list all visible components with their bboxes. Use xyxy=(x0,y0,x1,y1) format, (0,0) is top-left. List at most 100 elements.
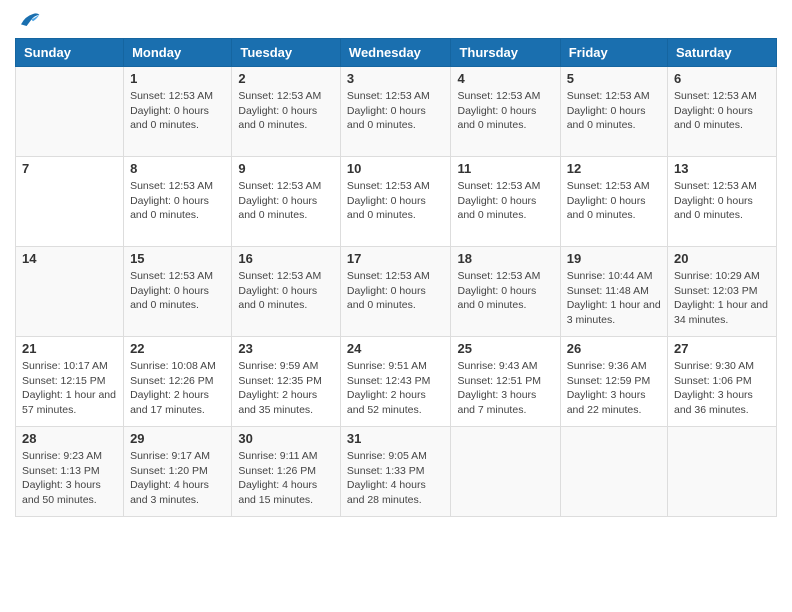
calendar-day-cell: 27 Sunrise: 9:30 AMSunset: 1:06 PMDayligh… xyxy=(668,337,777,427)
calendar-day-cell: 19 Sunrise: 10:44 AMSunset: 11:48 AMDayli… xyxy=(560,247,667,337)
calendar-day-cell: 20 Sunrise: 10:29 AMSunset: 12:03 PMDayli… xyxy=(668,247,777,337)
day-number: 13 xyxy=(674,161,770,176)
calendar-day-cell: 18 Sunset: 12:53 AMDaylight: 0 hours and … xyxy=(451,247,560,337)
day-info: Sunset: 12:53 AMDaylight: 0 hours and 0 … xyxy=(567,179,661,223)
calendar-table: SundayMondayTuesdayWednesdayThursdayFrid… xyxy=(15,38,777,517)
calendar-day-cell xyxy=(16,67,124,157)
day-info: Sunset: 12:53 AMDaylight: 0 hours and 0 … xyxy=(347,269,445,313)
day-info: Sunset: 12:53 AMDaylight: 0 hours and 0 … xyxy=(457,89,553,133)
day-info: Sunrise: 9:51 AMSunset: 12:43 PMDaylight… xyxy=(347,359,445,418)
day-info: Sunset: 12:53 AMDaylight: 0 hours and 0 … xyxy=(567,89,661,133)
day-info: Sunset: 12:53 AMDaylight: 0 hours and 0 … xyxy=(674,179,770,223)
day-number: 11 xyxy=(457,161,553,176)
day-number: 18 xyxy=(457,251,553,266)
logo xyxy=(15,10,41,30)
calendar-day-cell: 30 Sunrise: 9:11 AMSunset: 1:26 PMDayligh… xyxy=(232,427,341,517)
day-info: Sunrise: 9:36 AMSunset: 12:59 PMDaylight… xyxy=(567,359,661,418)
day-number: 19 xyxy=(567,251,661,266)
day-number: 31 xyxy=(347,431,445,446)
calendar-day-cell: 29 Sunrise: 9:17 AMSunset: 1:20 PMDayligh… xyxy=(124,427,232,517)
calendar-day-cell: 10 Sunset: 12:53 AMDaylight: 0 hours and … xyxy=(340,157,451,247)
day-number: 30 xyxy=(238,431,334,446)
day-info: Sunset: 12:53 AMDaylight: 0 hours and 0 … xyxy=(457,179,553,223)
day-info: Sunset: 12:53 AMDaylight: 0 hours and 0 … xyxy=(238,269,334,313)
calendar-week-4: 21 Sunrise: 10:17 AMSunset: 12:15 PMDayli… xyxy=(16,337,777,427)
day-info: Sunset: 12:53 AMDaylight: 0 hours and 0 … xyxy=(347,89,445,133)
calendar-day-cell: 7 xyxy=(16,157,124,247)
day-info: Sunset: 12:53 AMDaylight: 0 hours and 0 … xyxy=(130,269,225,313)
calendar-day-cell: 22 Sunrise: 10:08 AMSunset: 12:26 PMDayli… xyxy=(124,337,232,427)
day-number: 5 xyxy=(567,71,661,86)
day-number: 22 xyxy=(130,341,225,356)
day-info: Sunrise: 10:17 AMSunset: 12:15 PMDayligh… xyxy=(22,359,117,418)
day-number: 29 xyxy=(130,431,225,446)
weekday-header-friday: Friday xyxy=(560,39,667,67)
day-info: Sunrise: 9:05 AMSunset: 1:33 PMDaylight:… xyxy=(347,449,445,508)
logo-bird-icon xyxy=(17,10,41,30)
calendar-day-cell: 8 Sunset: 12:53 AMDaylight: 0 hours and 0… xyxy=(124,157,232,247)
day-number: 17 xyxy=(347,251,445,266)
weekday-header-thursday: Thursday xyxy=(451,39,560,67)
calendar-day-cell: 14 xyxy=(16,247,124,337)
day-number: 15 xyxy=(130,251,225,266)
calendar-day-cell: 12 Sunset: 12:53 AMDaylight: 0 hours and … xyxy=(560,157,667,247)
day-info: Sunset: 12:53 AMDaylight: 0 hours and 0 … xyxy=(674,89,770,133)
calendar-day-cell: 15 Sunset: 12:53 AMDaylight: 0 hours and … xyxy=(124,247,232,337)
day-number: 14 xyxy=(22,251,117,266)
calendar-day-cell: 16 Sunset: 12:53 AMDaylight: 0 hours and … xyxy=(232,247,341,337)
day-info: Sunrise: 9:17 AMSunset: 1:20 PMDaylight:… xyxy=(130,449,225,508)
day-number: 10 xyxy=(347,161,445,176)
calendar-day-cell: 3 Sunset: 12:53 AMDaylight: 0 hours and 0… xyxy=(340,67,451,157)
calendar-week-5: 28 Sunrise: 9:23 AMSunset: 1:13 PMDayligh… xyxy=(16,427,777,517)
weekday-header-sunday: Sunday xyxy=(16,39,124,67)
day-info: Sunrise: 10:44 AMSunset: 11:48 AMDayligh… xyxy=(567,269,661,328)
day-number: 2 xyxy=(238,71,334,86)
calendar-day-cell: 5 Sunset: 12:53 AMDaylight: 0 hours and 0… xyxy=(560,67,667,157)
calendar-day-cell: 24 Sunrise: 9:51 AMSunset: 12:43 PMDaylig… xyxy=(340,337,451,427)
calendar-day-cell: 9Sunset: 12:53 AMDaylight: 0 hours and 0… xyxy=(232,157,341,247)
calendar-day-cell: 4 Sunset: 12:53 AMDaylight: 0 hours and 0… xyxy=(451,67,560,157)
calendar-day-cell: 21 Sunrise: 10:17 AMSunset: 12:15 PMDayli… xyxy=(16,337,124,427)
calendar-day-cell: 6Sunset: 12:53 AMDaylight: 0 hours and 0… xyxy=(668,67,777,157)
day-number: 20 xyxy=(674,251,770,266)
calendar-day-cell: 26 Sunrise: 9:36 AMSunset: 12:59 PMDaylig… xyxy=(560,337,667,427)
calendar-day-cell xyxy=(560,427,667,517)
calendar-day-cell: 31 Sunrise: 9:05 AMSunset: 1:33 PMDayligh… xyxy=(340,427,451,517)
day-number: 8 xyxy=(130,161,225,176)
page-header xyxy=(15,10,777,30)
day-info: Sunrise: 9:30 AMSunset: 1:06 PMDaylight:… xyxy=(674,359,770,418)
day-number: 21 xyxy=(22,341,117,356)
day-info: Sunrise: 9:23 AMSunset: 1:13 PMDaylight:… xyxy=(22,449,117,508)
weekday-header-row: SundayMondayTuesdayWednesdayThursdayFrid… xyxy=(16,39,777,67)
day-number: 25 xyxy=(457,341,553,356)
calendar-day-cell: 2 Sunset: 12:53 AMDaylight: 0 hours and 0… xyxy=(232,67,341,157)
day-info: Sunrise: 9:59 AMSunset: 12:35 PMDaylight… xyxy=(238,359,334,418)
day-number: 3 xyxy=(347,71,445,86)
calendar-week-3: 14 15 Sunset: 12:53 AMDaylight: 0 hours an… xyxy=(16,247,777,337)
day-info: Sunset: 12:53 AMDaylight: 0 hours and 0 … xyxy=(347,179,445,223)
day-info: Sunset: 12:53 AMDaylight: 0 hours and 0 … xyxy=(238,89,334,133)
weekday-header-saturday: Saturday xyxy=(668,39,777,67)
day-number: 28 xyxy=(22,431,117,446)
day-info: Sunset: 12:53 AMDaylight: 0 hours and 0 … xyxy=(130,179,225,223)
day-number: 12 xyxy=(567,161,661,176)
day-info: Sunrise: 10:29 AMSunset: 12:03 PMDayligh… xyxy=(674,269,770,328)
day-info: Sunrise: 10:08 AMSunset: 12:26 PMDayligh… xyxy=(130,359,225,418)
day-number: 23 xyxy=(238,341,334,356)
calendar-week-2: 78 Sunset: 12:53 AMDaylight: 0 hours and … xyxy=(16,157,777,247)
day-info: Sunrise: 9:11 AMSunset: 1:26 PMDaylight:… xyxy=(238,449,334,508)
day-number: 16 xyxy=(238,251,334,266)
day-info: Sunset: 12:53 AMDaylight: 0 hours and 0 … xyxy=(130,89,225,133)
day-number: 27 xyxy=(674,341,770,356)
calendar-day-cell: 1 Sunset: 12:53 AMDaylight: 0 hours and 0… xyxy=(124,67,232,157)
calendar-day-cell: 25Sunrise: 9:43 AMSunset: 12:51 PMDaylig… xyxy=(451,337,560,427)
day-number: 26 xyxy=(567,341,661,356)
day-info: Sunset: 12:53 AMDaylight: 0 hours and 0 … xyxy=(457,269,553,313)
weekday-header-monday: Monday xyxy=(124,39,232,67)
calendar-day-cell: 13 Sunset: 12:53 AMDaylight: 0 hours and … xyxy=(668,157,777,247)
calendar-day-cell xyxy=(668,427,777,517)
calendar-day-cell: 28 Sunrise: 9:23 AMSunset: 1:13 PMDayligh… xyxy=(16,427,124,517)
day-number: 1 xyxy=(130,71,225,86)
day-number: 24 xyxy=(347,341,445,356)
day-number: 4 xyxy=(457,71,553,86)
